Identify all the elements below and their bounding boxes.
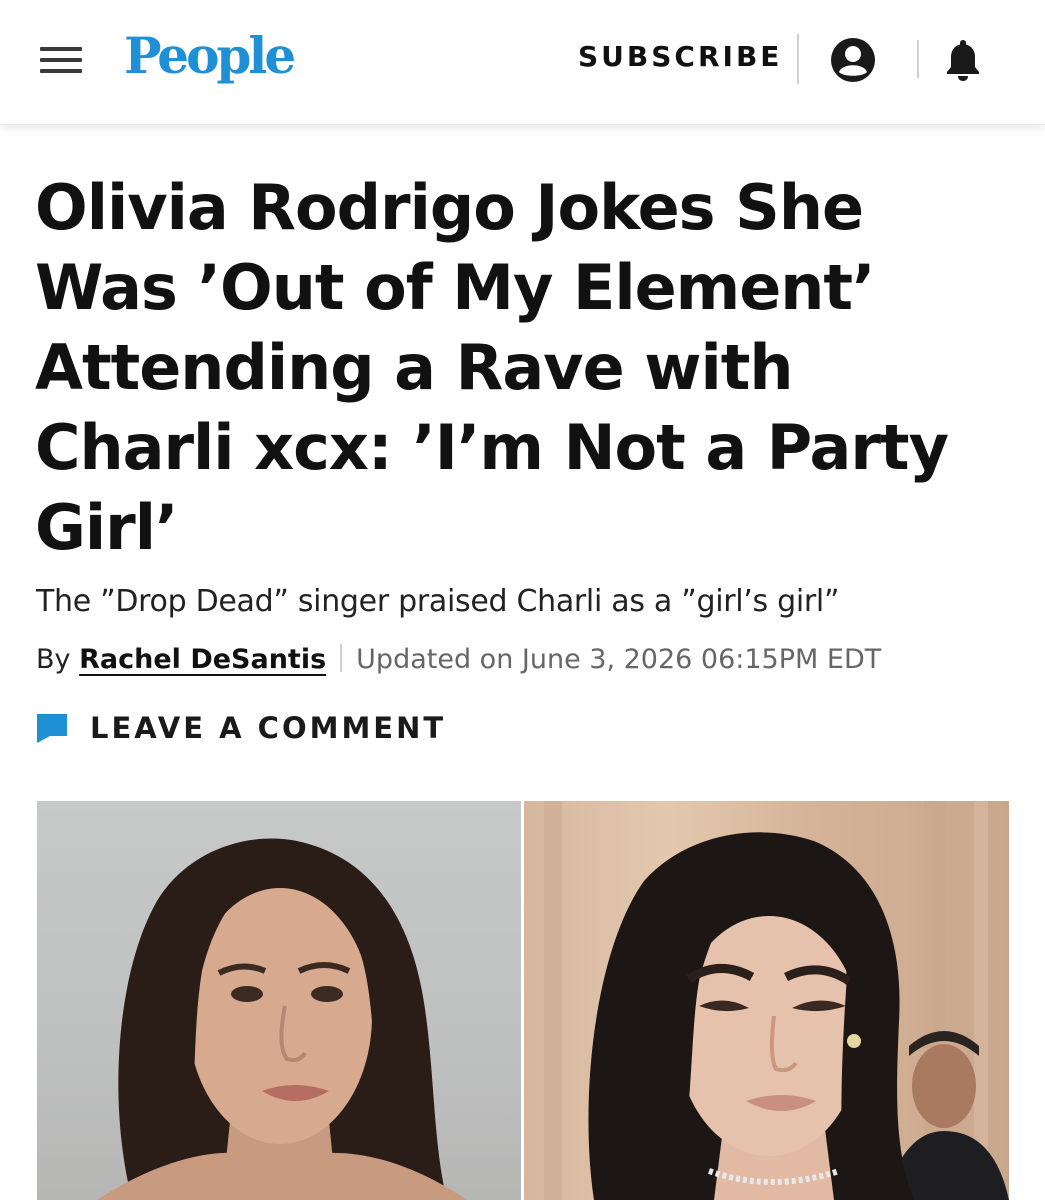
subscribe-button[interactable]: SUBSCRIBE (578, 40, 782, 73)
author-link[interactable]: Rachel DeSantis (79, 644, 326, 675)
menu-icon[interactable] (40, 44, 84, 76)
article-subheadline: The ”Drop Dead” singer praised Charli as… (36, 584, 840, 619)
site-header: People SUBSCRIBE (0, 0, 1045, 125)
byline-divider (340, 644, 343, 672)
portrait-illustration-right (544, 801, 1009, 1200)
user-icon[interactable] (829, 36, 877, 84)
byline: By Rachel DeSantis Updated on June 3, 202… (36, 640, 1026, 680)
header-divider (797, 34, 799, 84)
leave-comment-button[interactable]: LEAVE A COMMENT (36, 706, 446, 750)
updated-date: Updated on June 3, 2026 06:15PM EDT (356, 644, 882, 675)
header-divider (917, 40, 919, 78)
comment-icon (37, 714, 67, 743)
portrait-illustration-left (97, 838, 467, 1200)
byline-prefix: By (36, 644, 71, 675)
site-logo[interactable]: People (124, 26, 296, 85)
leave-comment-label: LEAVE A COMMENT (90, 711, 447, 745)
article-headline: Olivia Rodrigo Jokes She Was ’Out of My … (35, 171, 949, 564)
bell-icon[interactable] (942, 38, 984, 82)
article-photo-right (524, 801, 1009, 1200)
article-photo-left (37, 801, 521, 1200)
